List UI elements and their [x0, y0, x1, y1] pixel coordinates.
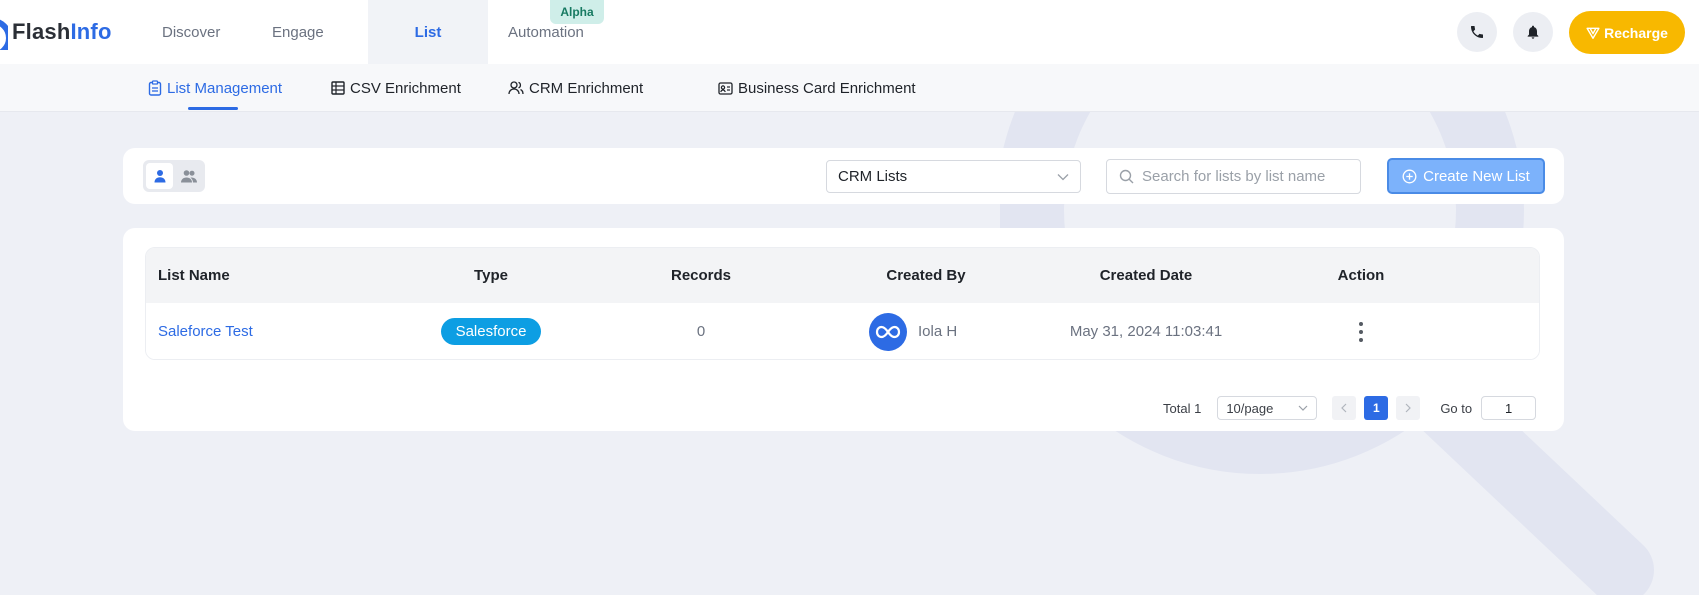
chevron-down-icon	[1057, 173, 1069, 180]
next-page-button[interactable]	[1396, 396, 1421, 420]
id-card-icon	[718, 81, 733, 95]
alpha-badge: Alpha	[550, 0, 604, 24]
team-icon	[180, 170, 197, 183]
created-by-name: Iola H	[918, 323, 958, 340]
created-date-cell: May 31, 2024 11:03:41	[1069, 323, 1223, 340]
search-box	[1106, 159, 1361, 194]
search-input[interactable]	[1142, 168, 1352, 185]
create-new-list-label: Create New List	[1423, 167, 1530, 185]
column-header-action: Action	[1337, 267, 1385, 284]
active-tab-indicator	[188, 107, 238, 110]
diamond-icon	[1586, 27, 1600, 39]
tab-crm-enrichment[interactable]: CRM Enrichment	[508, 64, 643, 112]
goto-page-input[interactable]	[1481, 396, 1537, 420]
tab-crm-enrichment-label: CRM Enrichment	[529, 79, 644, 97]
search-icon	[1119, 169, 1134, 184]
page-number-button[interactable]: 1	[1364, 396, 1389, 420]
lists-table: List Name Type Records Created By Create…	[145, 247, 1540, 360]
brand-name-part2: Info	[70, 19, 112, 44]
table-header: List Name Type Records Created By Create…	[146, 248, 1539, 303]
type-cell: Salesforce	[426, 303, 556, 359]
list-owner-toggle	[143, 160, 205, 192]
tab-csv-enrichment-label: CSV Enrichment	[350, 79, 461, 97]
prev-page-button[interactable]	[1332, 396, 1357, 420]
table-icon	[331, 81, 345, 95]
created-by-cell: Iola H	[869, 303, 958, 359]
chevron-left-icon	[1341, 403, 1347, 413]
users-icon	[508, 81, 524, 95]
brand-name-part1: Flash	[12, 19, 71, 44]
tab-business-card-enrichment-label: Business Card Enrichment	[738, 79, 916, 97]
user-icon	[154, 170, 165, 183]
list-type-select[interactable]: CRM Lists	[826, 160, 1081, 193]
create-new-list-button[interactable]: Create New List	[1387, 158, 1545, 194]
notifications-button[interactable]	[1513, 12, 1553, 52]
phone-icon	[1471, 26, 1483, 38]
tab-list-management[interactable]: List Management	[148, 64, 282, 112]
records-cell: 0	[696, 323, 706, 340]
goto-label: Go to	[1440, 400, 1473, 416]
action-cell	[1296, 303, 1426, 359]
avatar	[869, 312, 907, 351]
bell-icon	[1527, 25, 1539, 39]
pagination-total: Total 1	[1163, 400, 1202, 416]
page-size-select[interactable]: 10/page	[1217, 396, 1318, 420]
filter-bar: CRM Lists Create New List	[123, 148, 1564, 204]
chevron-right-icon	[1405, 403, 1412, 413]
nav-item-list[interactable]: List	[368, 0, 488, 64]
column-header-created-by: Created By	[886, 267, 966, 284]
column-header-list-name: List Name	[158, 267, 230, 284]
logo-mark-icon	[0, 14, 8, 50]
tab-business-card-enrichment[interactable]: Business Card Enrichment	[718, 64, 916, 112]
plus-circle-icon	[1402, 169, 1417, 183]
my-lists-toggle[interactable]	[146, 163, 173, 189]
clipboard-icon	[148, 80, 162, 96]
nav-item-discover[interactable]: Discover	[148, 0, 258, 64]
tab-csv-enrichment[interactable]: CSV Enrichment	[331, 64, 461, 112]
infinity-icon	[875, 325, 901, 338]
list-name-link[interactable]: Saleforce Test	[158, 303, 253, 359]
column-header-type: Type	[474, 267, 508, 284]
page-size-value: 10/page	[1226, 400, 1274, 416]
nav-item-engage[interactable]: Engage	[258, 0, 368, 64]
column-header-records: Records	[670, 267, 732, 284]
brand-logo[interactable]: FlashInfo	[0, 14, 112, 50]
column-header-created-date: Created Date	[1099, 267, 1193, 284]
top-navbar: FlashInfo Discover Engage List Automatio…	[0, 0, 1699, 64]
brand-name: FlashInfo	[12, 19, 112, 45]
list-type-value: CRM Lists	[838, 168, 908, 185]
lists-card: List Name Type Records Created By Create…	[123, 228, 1564, 431]
more-actions-icon[interactable]	[1359, 321, 1363, 342]
phone-button[interactable]	[1457, 12, 1497, 52]
pagination: Total 1 10/page 1 Go to	[1163, 396, 1537, 420]
tab-list-management-label: List Management	[167, 79, 283, 97]
team-lists-toggle[interactable]	[175, 163, 202, 189]
table-row: Saleforce Test Salesforce 0 Iola H May 3…	[146, 303, 1539, 359]
recharge-label: Recharge	[1604, 24, 1668, 41]
type-badge-salesforce: Salesforce	[440, 318, 542, 345]
chevron-down-icon	[1298, 405, 1308, 411]
sub-nav: List Management CSV Enrichment CRM Enric…	[0, 64, 1699, 112]
main-nav: Discover Engage List Automation	[162, 0, 608, 64]
recharge-button[interactable]: Recharge	[1569, 11, 1685, 54]
